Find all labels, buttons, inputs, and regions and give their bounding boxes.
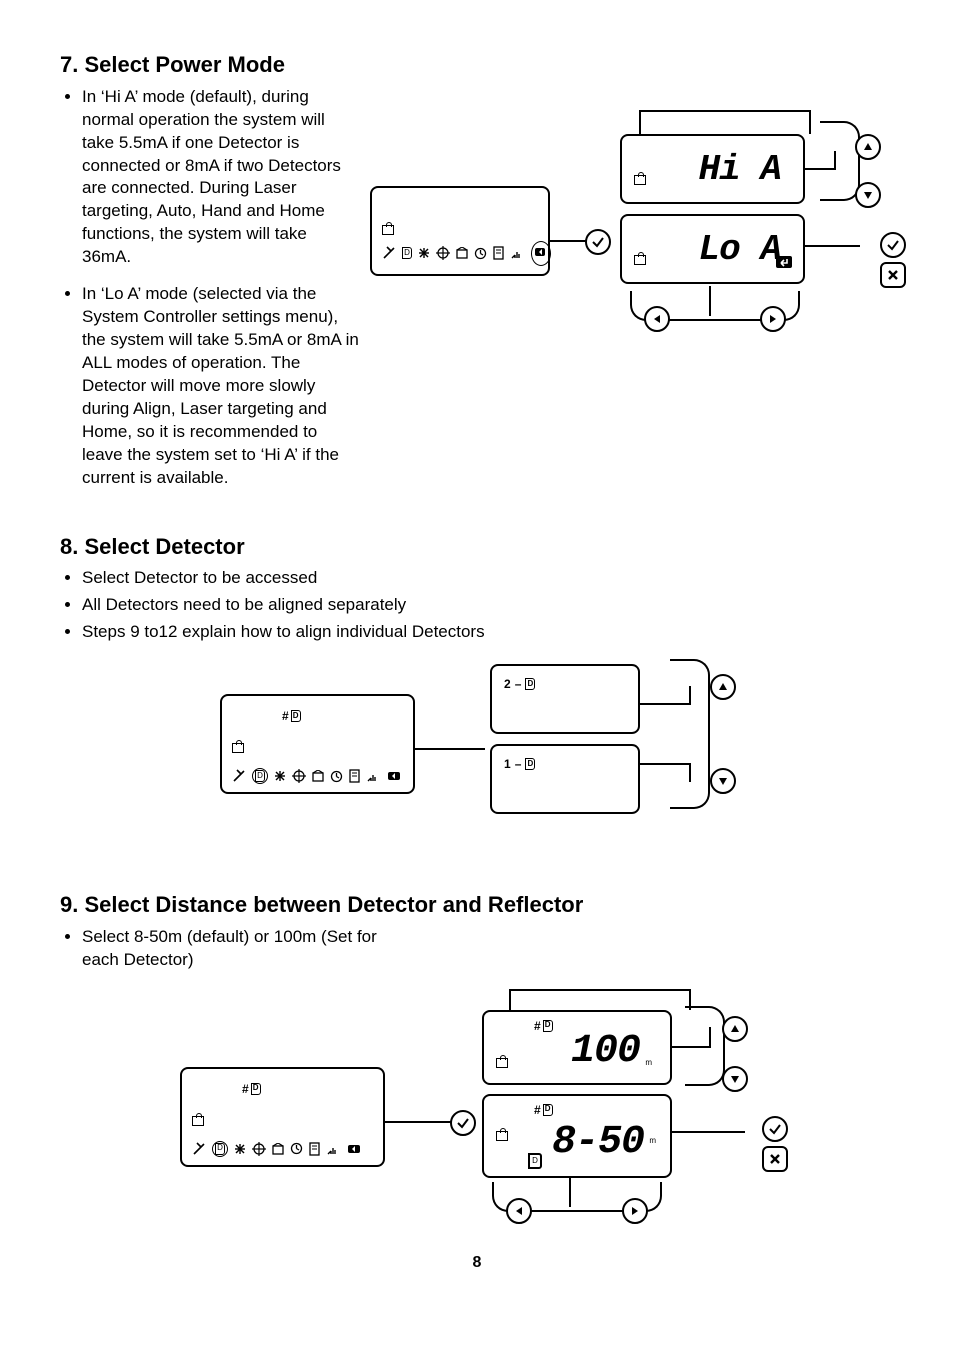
section-9-bullet-1: Select 8-50m (default) or 100m (Set for … [82, 926, 402, 972]
distance-850-value: 8-50 [552, 1116, 644, 1170]
lock-icon [496, 1058, 508, 1068]
distance-850-lcd: # D 8-50 m D [482, 1094, 672, 1178]
detector-1-lcd: 1– D [490, 744, 640, 814]
cancel-button[interactable] [762, 1146, 788, 1172]
power-arrow-icon [347, 1143, 363, 1155]
clock-icon [330, 770, 343, 783]
section-8-bullet-1: Select Detector to be accessed [82, 567, 894, 590]
detector-2-label: 2 [504, 676, 511, 692]
detector-icon: D [543, 1104, 553, 1116]
distance-100-value: 100 [571, 1025, 640, 1079]
hi-a-value: Hi A [699, 146, 781, 195]
lo-a-value: Lo A [699, 226, 781, 275]
signal-icon [367, 770, 381, 782]
right-button[interactable] [622, 1198, 648, 1224]
target-icon [436, 246, 450, 260]
hash-label: # [534, 1102, 541, 1118]
hash-label: # [242, 1081, 249, 1097]
doc-icon [493, 246, 505, 260]
section-7-bullet-2: In ‘Lo A’ mode (selected via the System … [82, 283, 360, 489]
up-button[interactable] [722, 1016, 748, 1042]
detector-icon: D [525, 678, 535, 690]
signal-icon [327, 1143, 341, 1155]
meter-unit-icon: m [649, 1136, 656, 1147]
detector-menu-lcd: # D D [220, 694, 415, 794]
enter-icon [775, 255, 793, 269]
power-arrow-icon [387, 770, 403, 782]
hash-label: # [534, 1018, 541, 1034]
tool-icon [232, 769, 246, 783]
section-7-heading: 7. Select Power Mode [60, 50, 894, 80]
detector-1-label: 1 [504, 756, 511, 772]
detector-icon: D [291, 710, 301, 722]
detector-icon: D [402, 247, 412, 259]
detector-2-lcd: 2– D [490, 664, 640, 734]
asterisk-icon [274, 770, 286, 782]
detector-icon: D [251, 1083, 261, 1095]
lock-icon [634, 255, 646, 265]
asterisk-icon [234, 1143, 246, 1155]
target-icon [292, 769, 306, 783]
section-8-diagram: # D D 2– D 1– D [210, 654, 894, 864]
doc-icon [309, 1142, 321, 1156]
clock-icon [290, 1142, 303, 1155]
detector-icon-selected: D [255, 770, 265, 782]
section-7-bullet-1: In ‘Hi A’ mode (default), during normal … [82, 86, 360, 270]
section-9-heading: 9. Select Distance between Detector and … [60, 890, 894, 920]
lock-icon [496, 1131, 508, 1141]
box-icon [456, 247, 468, 259]
distance-100-lcd: # D 100 m [482, 1010, 672, 1085]
ok-button[interactable] [880, 232, 906, 258]
doc-icon [349, 769, 361, 783]
signal-icon [511, 247, 525, 259]
section-9-diagram: # D D # D 100 m [170, 982, 894, 1242]
lock-icon [634, 175, 646, 185]
ok-button[interactable] [762, 1116, 788, 1142]
detector-icon: D [525, 758, 535, 770]
up-button[interactable] [710, 674, 736, 700]
power-arrow-icon [534, 246, 548, 258]
section-8-bullet-2: All Detectors need to be aligned separat… [82, 594, 894, 617]
lock-icon [232, 743, 244, 753]
left-button[interactable] [506, 1198, 532, 1224]
confirm-icon [450, 1110, 476, 1136]
detector-icon: D [543, 1020, 553, 1032]
detector-icon-selected: D [215, 1143, 225, 1155]
confirm-icon [585, 229, 611, 255]
box-icon [312, 770, 324, 782]
tool-icon [382, 246, 396, 260]
up-button[interactable] [855, 134, 881, 160]
down-button[interactable] [722, 1066, 748, 1092]
down-button[interactable] [710, 768, 736, 794]
detector-icon: D [528, 1153, 542, 1169]
clock-icon [474, 247, 487, 260]
lock-icon [192, 1116, 204, 1126]
asterisk-icon [418, 247, 430, 259]
hi-a-lcd: Hi A [620, 134, 805, 204]
hash-label: # [282, 708, 289, 724]
section-8-heading: 8. Select Detector [60, 532, 894, 562]
target-icon [252, 1142, 266, 1156]
page-number: 8 [60, 1252, 894, 1274]
cancel-button[interactable] [880, 262, 906, 288]
lock-icon [382, 225, 394, 235]
lo-a-lcd: Lo A [620, 214, 805, 284]
power-mode-menu-lcd: D [370, 186, 550, 276]
section-8-bullet-3: Steps 9 to12 explain how to align indivi… [82, 621, 894, 644]
right-button[interactable] [760, 306, 786, 332]
distance-menu-lcd: # D D [180, 1067, 385, 1167]
tool-icon [192, 1142, 206, 1156]
down-button[interactable] [855, 182, 881, 208]
left-button[interactable] [644, 306, 670, 332]
box-icon [272, 1143, 284, 1155]
meter-unit-icon: m [645, 1058, 652, 1069]
